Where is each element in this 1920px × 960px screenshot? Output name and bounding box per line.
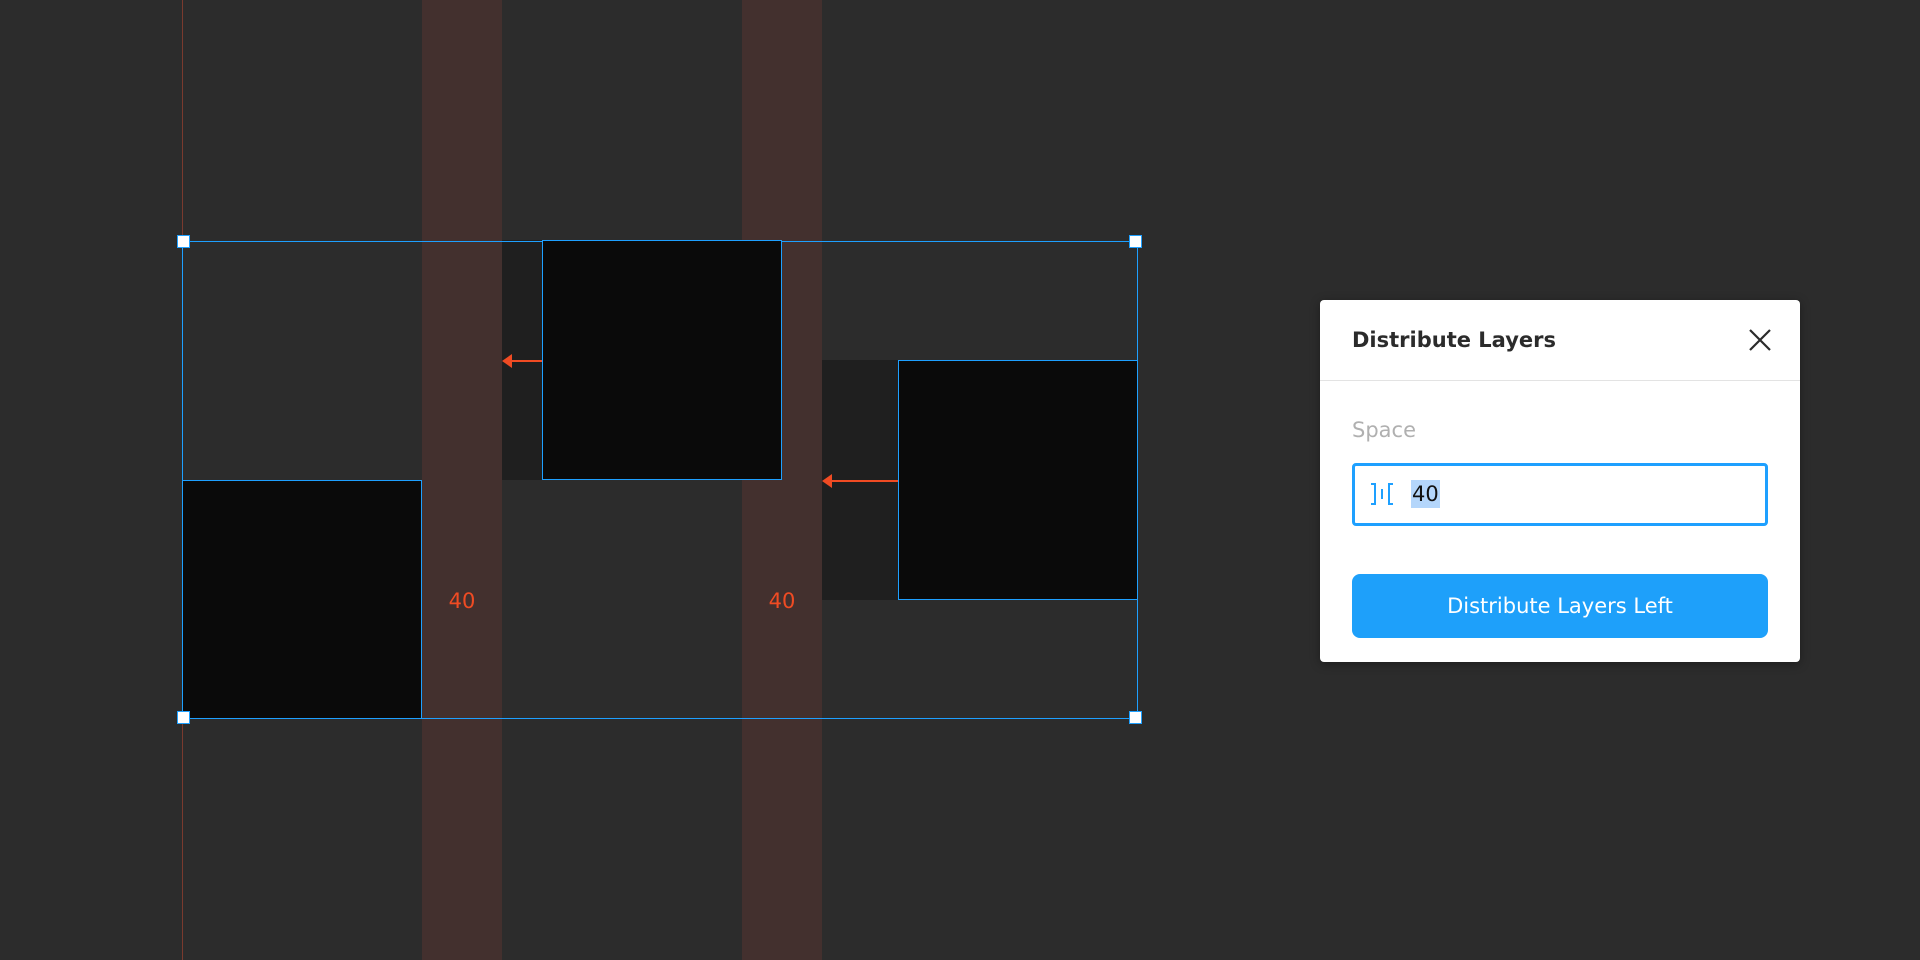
gap-measurement-label: 40 [448,589,476,613]
close-button[interactable] [1744,324,1776,356]
layer-rectangle[interactable] [182,480,422,719]
dialog-title: Distribute Layers [1352,328,1556,352]
layer-rectangle[interactable] [542,240,782,480]
space-field-label: Space [1352,418,1416,442]
move-arrow-line [830,480,898,482]
horizontal-spacing-icon [1371,483,1393,505]
layer-rectangle[interactable] [898,360,1138,600]
distribute-layers-dialog: Distribute Layers Space 40 Distribute La… [1320,300,1800,662]
gap-measurement-label: 40 [768,589,796,613]
space-input[interactable]: 40 [1352,463,1768,526]
resize-handle-top-left[interactable] [177,235,190,248]
move-arrow-line [510,360,542,362]
dialog-header: Distribute Layers [1320,300,1800,381]
space-input-value[interactable]: 40 [1411,480,1440,508]
close-icon [1749,329,1771,351]
resize-handle-bottom-right[interactable] [1129,711,1142,724]
resize-handle-top-right[interactable] [1129,235,1142,248]
resize-handle-bottom-left[interactable] [177,711,190,724]
distribute-layers-left-button[interactable]: Distribute Layers Left [1352,574,1768,638]
